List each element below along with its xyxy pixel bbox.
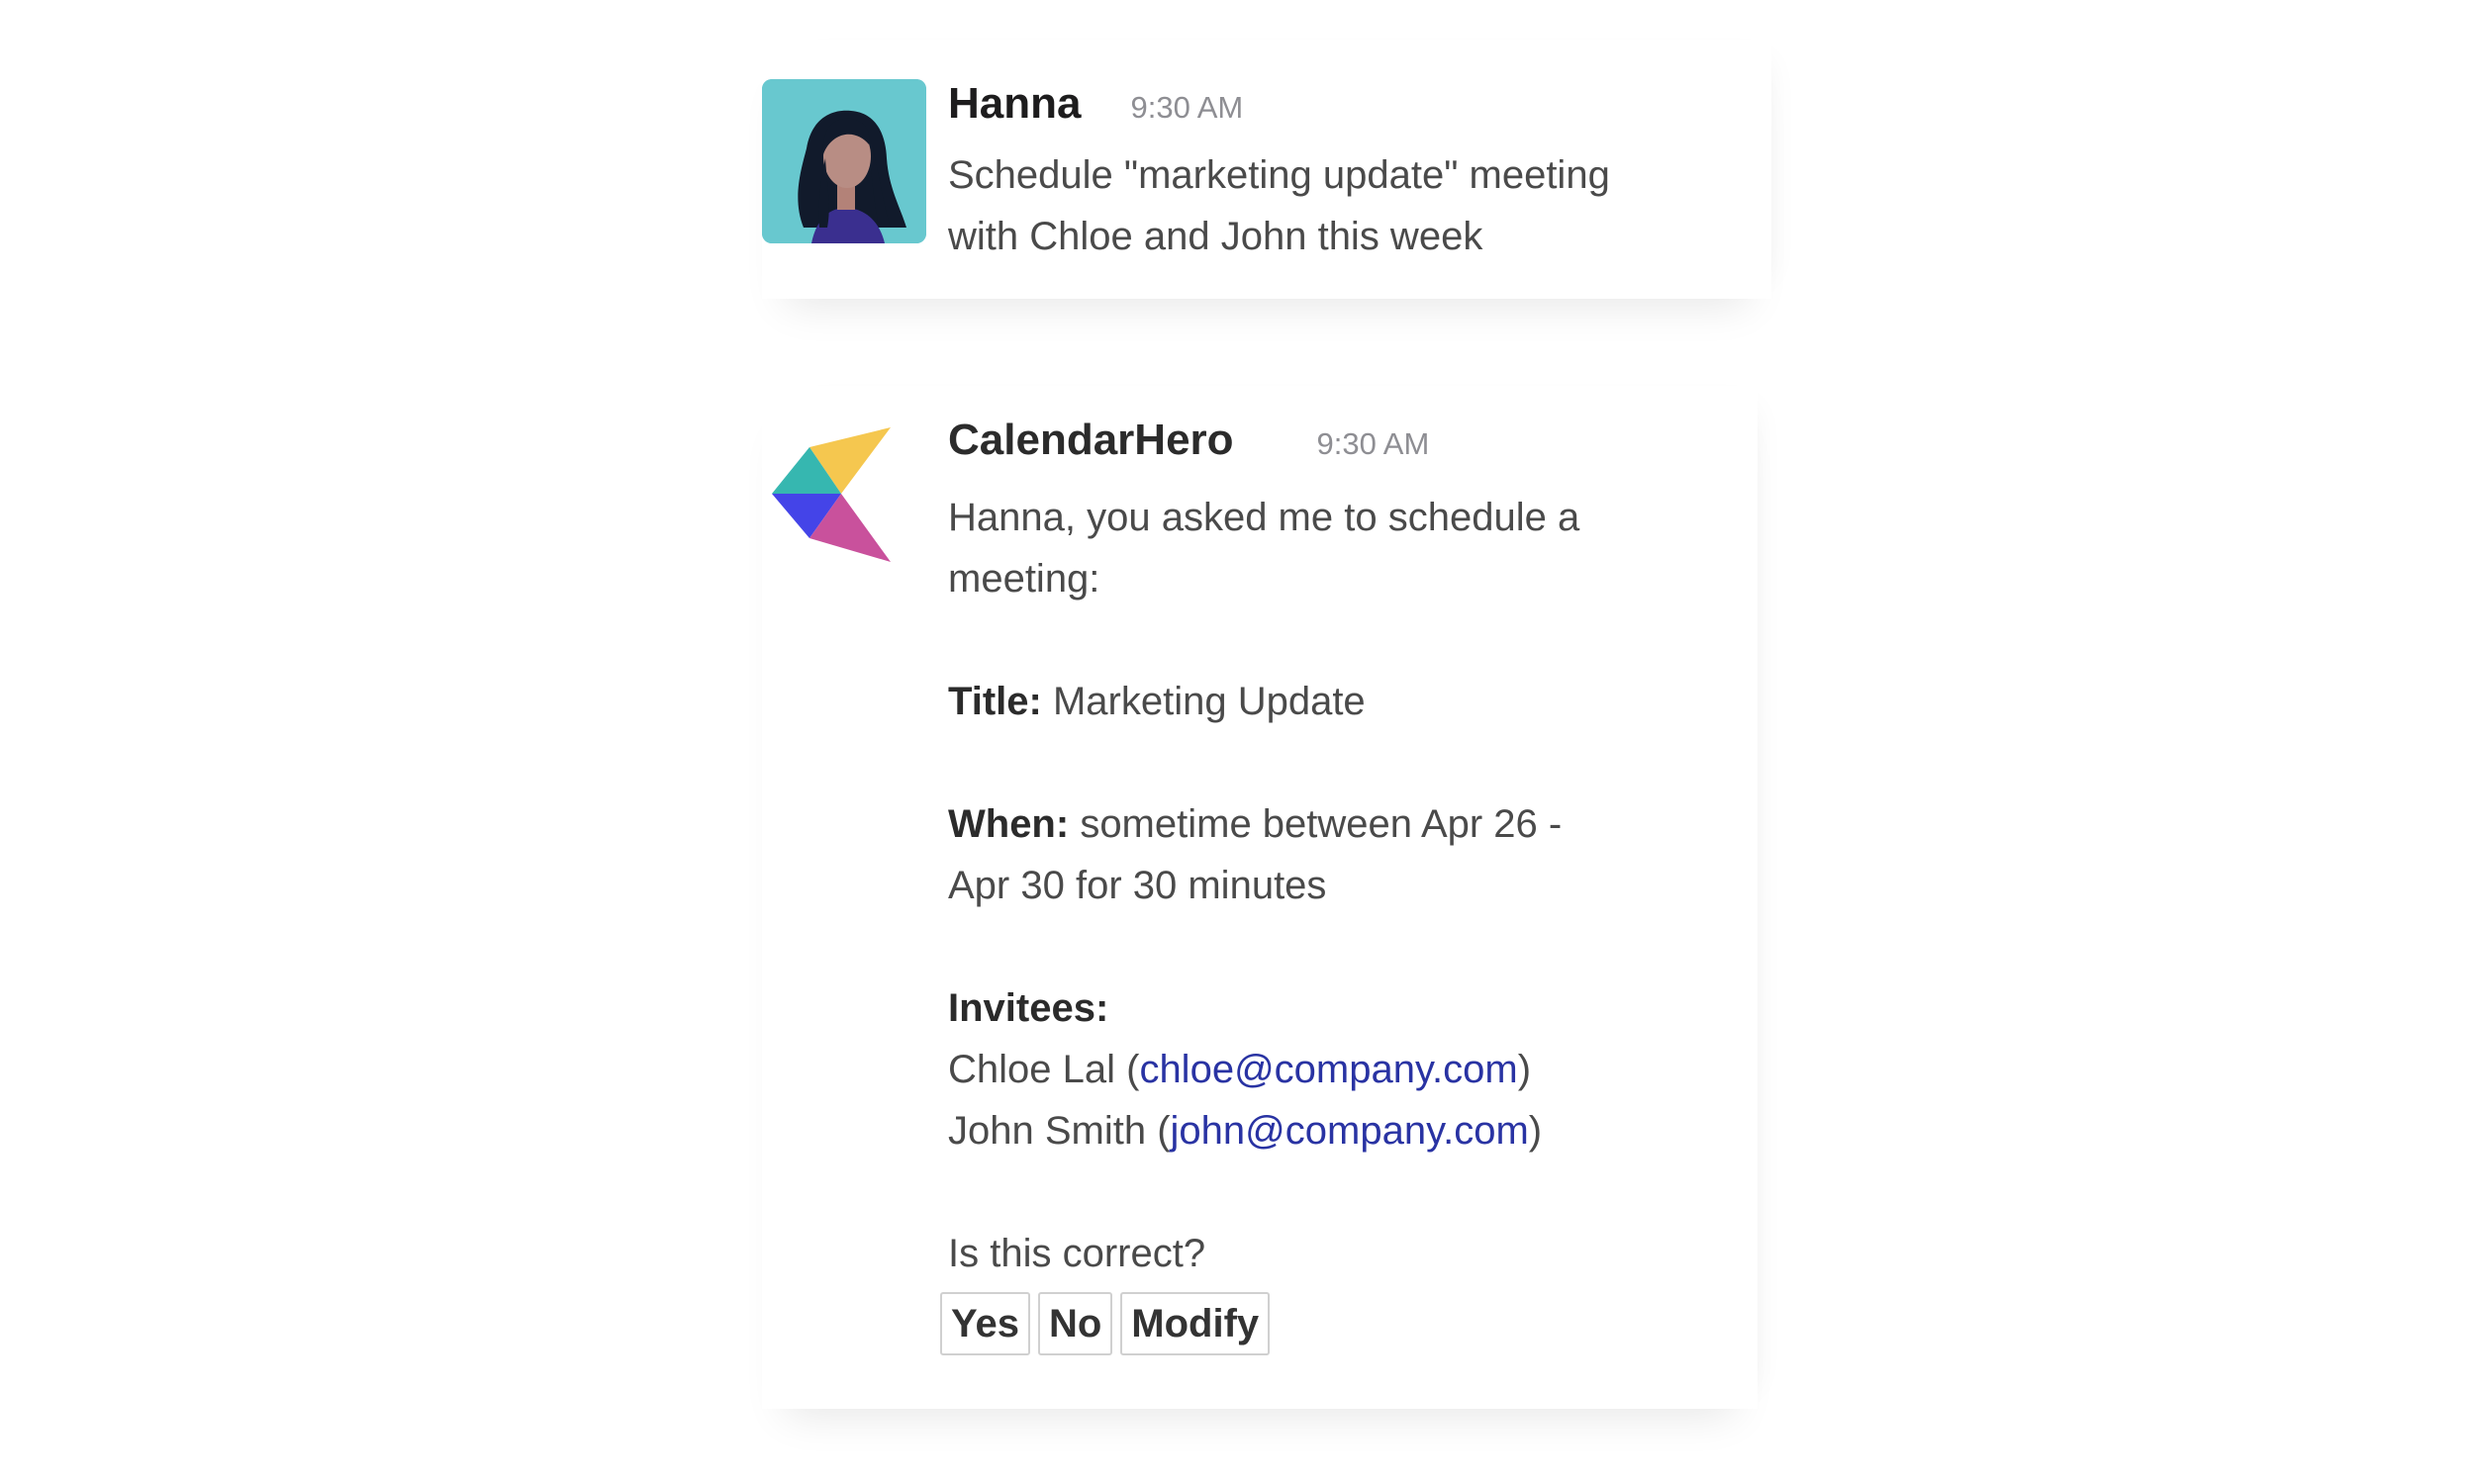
sender-name[interactable]: CalendarHero [948,416,1234,465]
sender-name[interactable]: Hanna [948,79,1081,129]
message-header: Hanna 9:30 AM [948,79,1771,139]
title-label: Title: [948,680,1042,723]
message-header: CalendarHero 9:30 AM [948,416,1758,475]
message-timestamp[interactable]: 9:30 AM [1317,426,1430,462]
message-timestamp[interactable]: 9:30 AM [1130,90,1243,126]
when-label: When: [948,802,1070,846]
title-row: Title: Marketing Update [948,671,1758,732]
invitee-paren: ) [1517,1048,1532,1091]
title-value: Marketing Update [1052,680,1366,723]
invitee-email-link[interactable]: john@company.com [1171,1109,1529,1153]
message-card-bot: CalendarHero 9:30 AM Hanna, you asked me… [762,386,1758,1409]
message-text: Schedule "marketing update" meeting with… [948,144,1680,267]
intro-line: Hanna, you asked me to schedule a [948,496,1580,539]
when-value-continued: Apr 30 for 30 minutes [948,864,1327,907]
when-row: When: sometime between Apr 26 - [948,793,1758,855]
message-content: Hanna 9:30 AM Schedule "marketing update… [948,79,1771,267]
message-card-user: Hanna 9:30 AM Schedule "marketing update… [762,40,1771,299]
action-buttons: Yes No Modify [940,1292,1758,1355]
invitee-name: John Smith ( [948,1109,1171,1153]
chat-page: Hanna 9:30 AM Schedule "marketing update… [0,0,2474,1484]
invitee-row: Chloe Lal (chloe@company.com) [948,1039,1758,1100]
invitee-paren: ) [1528,1109,1543,1153]
message-text-line: with Chloe and John this week [948,215,1483,258]
message-text-line: Schedule "marketing update" meeting [948,153,1610,197]
calendarhero-logo-icon[interactable] [772,427,891,562]
woman-avatar-icon[interactable] [762,79,926,243]
invitees-label: Invitees: [948,986,1109,1030]
invitee-row: John Smith (john@company.com) [948,1100,1758,1161]
no-button[interactable]: No [1037,1292,1113,1355]
confirm-question: Is this correct? [948,1232,1206,1275]
when-value: sometime between Apr 26 - [1080,802,1563,846]
yes-button[interactable]: Yes [940,1292,1030,1355]
message-content: CalendarHero 9:30 AM Hanna, you asked me… [940,416,1758,1355]
invitee-name: Chloe Lal ( [948,1048,1140,1091]
message-text: Hanna, you asked me to schedule a meetin… [948,487,1758,1284]
intro-line: meeting: [948,557,1100,601]
invitee-email-link[interactable]: chloe@company.com [1139,1048,1517,1091]
modify-button[interactable]: Modify [1120,1292,1271,1355]
